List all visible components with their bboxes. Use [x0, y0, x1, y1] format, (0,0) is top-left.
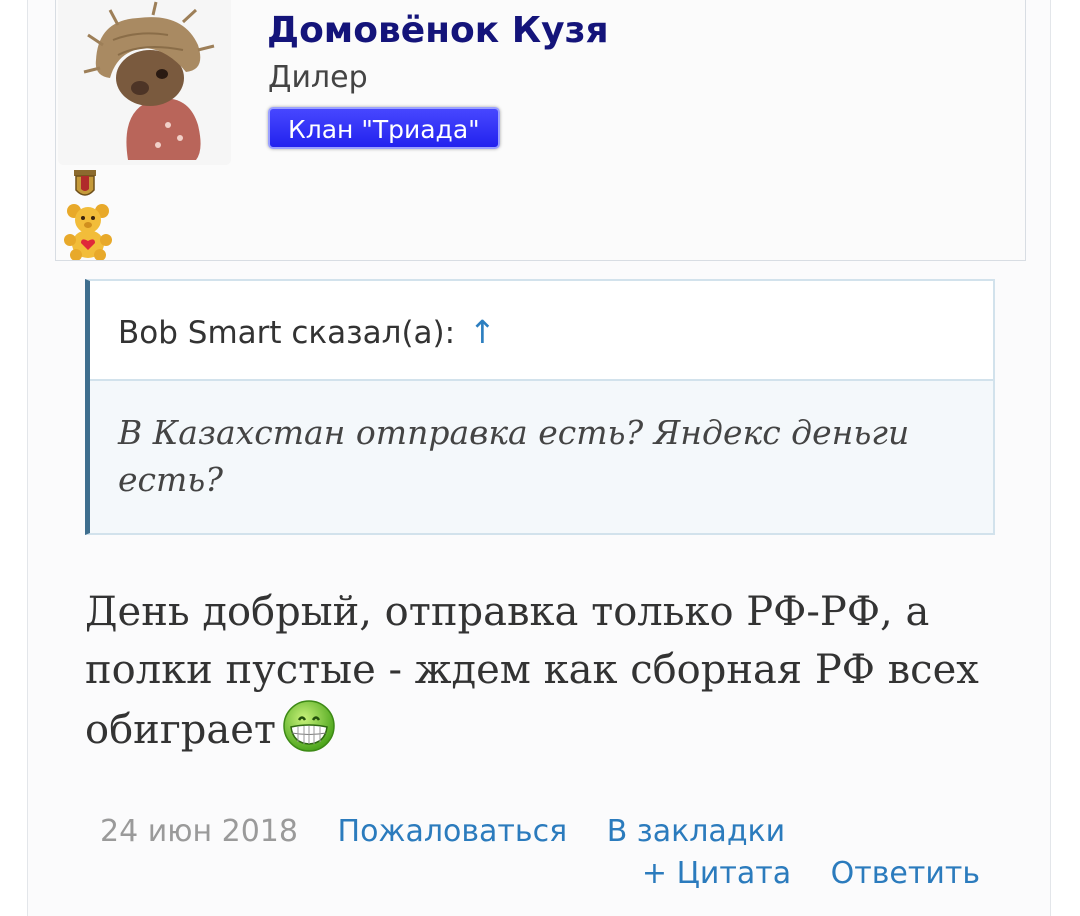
user-title: Дилер	[268, 60, 368, 95]
reply-button[interactable]: Ответить	[831, 856, 980, 891]
clan-badge[interactable]: Клан "Триада"	[268, 107, 500, 149]
report-link[interactable]: Пожаловаться	[338, 814, 568, 849]
message-text: День добрый, отправка только РФ-РФ, а по…	[85, 589, 979, 753]
quote-text: В Казахстан отправка есть? Яндекс деньги…	[118, 413, 910, 499]
grin-smiley-icon	[282, 699, 336, 769]
post-footer-actions: + Цитата Ответить	[642, 856, 980, 891]
bookmark-link[interactable]: В закладки	[607, 814, 786, 849]
message-body: День добрый, отправка только РФ-РФ, а по…	[85, 583, 1005, 769]
quote-button[interactable]: + Цитата	[642, 856, 791, 891]
quote-author: Bob Smart сказал(а):	[118, 315, 456, 351]
go-to-quote-arrow-icon[interactable]: ↑	[469, 313, 496, 351]
avatar-image	[58, 0, 231, 165]
post-footer-meta: 24 июн 2018 Пожаловаться В закладки	[100, 814, 815, 849]
avatar[interactable]	[58, 0, 231, 165]
medal-icon[interactable]	[68, 170, 102, 204]
quote-header: Bob Smart сказал(а): ↑	[90, 281, 993, 381]
post-date: 24 июн 2018	[100, 814, 298, 849]
teddy-bear-icon[interactable]	[62, 202, 114, 264]
username[interactable]: Домовёнок Кузя	[267, 10, 609, 51]
quote-block: Bob Smart сказал(а): ↑ В Казахстан отпра…	[85, 279, 995, 535]
